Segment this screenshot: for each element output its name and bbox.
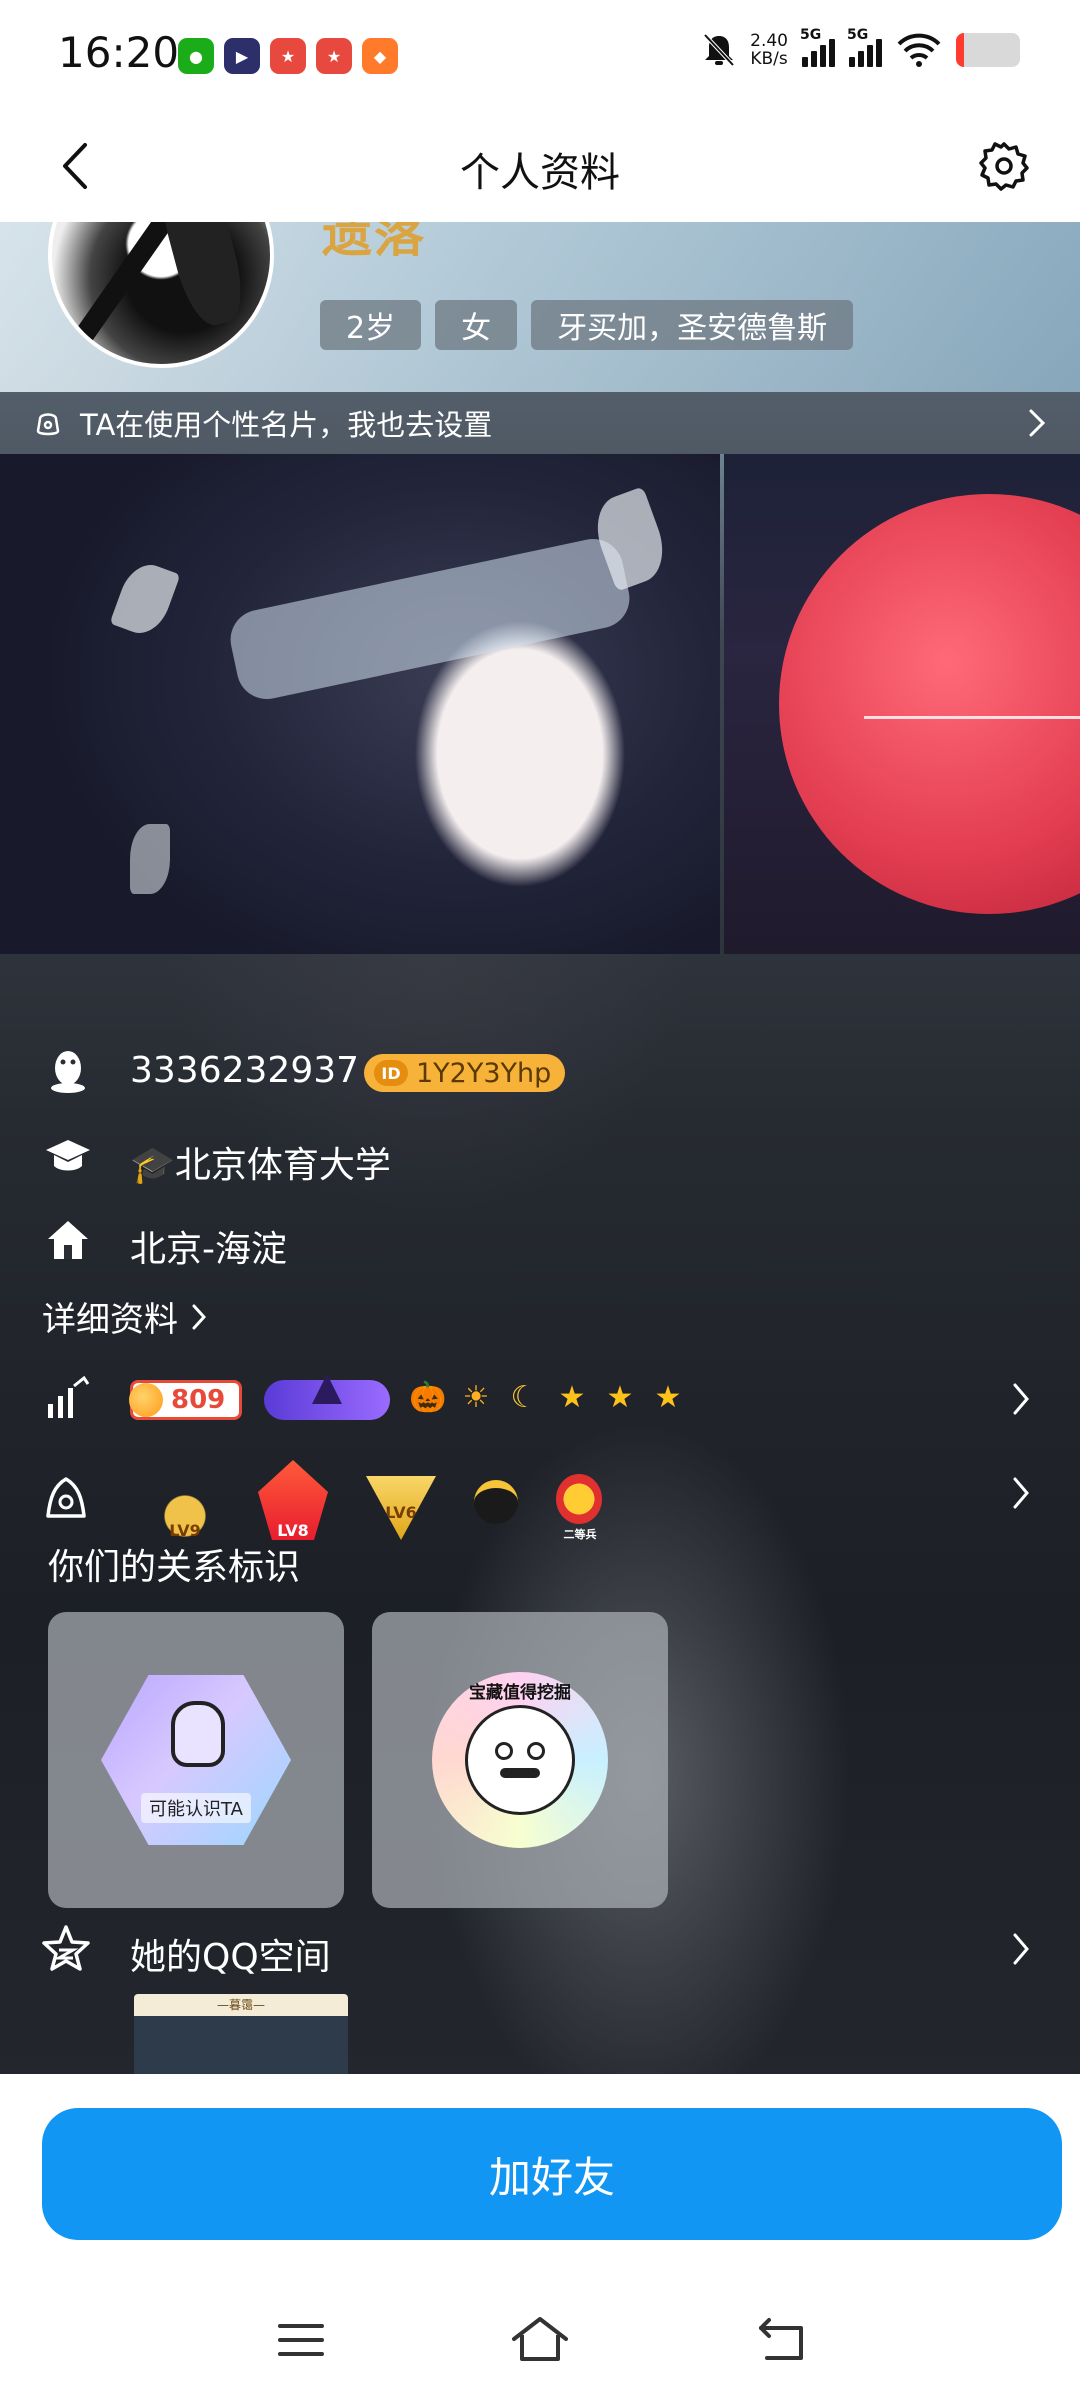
location-row[interactable]: 北京-海淀: [0, 1210, 1080, 1270]
page-title: 个人资料: [460, 150, 620, 196]
card-style-icon: [34, 408, 64, 438]
badge-lv6[interactable]: LV6: [366, 1476, 436, 1540]
star-outline-icon: [42, 1925, 90, 1971]
home-nav-button[interactable]: [505, 2310, 575, 2370]
net-speed: 2.40 KB/s: [750, 32, 788, 68]
menu-icon: [278, 2324, 324, 2356]
relation-card-treasure[interactable]: 宝藏值得挖掘: [372, 1612, 668, 1908]
profile-tags: 2岁 女 牙买加，圣安德鲁斯: [320, 300, 854, 350]
star-icon: ★: [558, 1380, 586, 1415]
pumpkin-icon: 🎃: [409, 1380, 447, 1415]
relation-label: 宝藏值得挖掘: [469, 1683, 571, 1703]
wifi-icon: [897, 33, 941, 67]
qzone-thumbnail[interactable]: —暮霭—: [134, 1994, 348, 2074]
qid-value: 1Y2Y3Yhp: [416, 1057, 552, 1089]
qzone-label: 她的QQ空间: [130, 1937, 331, 1978]
qid-badge[interactable]: ID 1Y2Y3Yhp: [364, 1054, 566, 1092]
video-app-icon: ▶: [224, 38, 260, 74]
badge-label: 二等兵: [563, 1528, 597, 1541]
qzone-row[interactable]: 她的QQ空间: [0, 1920, 1080, 1980]
shop-app-icon: ◆: [362, 38, 398, 74]
game-app-icon: ★: [270, 38, 306, 74]
coin-icon: [129, 1383, 163, 1417]
graduation-cap-icon: [42, 1130, 94, 1182]
badge-crown[interactable]: [474, 1480, 518, 1540]
signal-label: 5G: [847, 27, 869, 43]
menu-nav-button[interactable]: [266, 2310, 336, 2370]
signal-5g-1: 5G: [800, 27, 835, 67]
mute-bell-icon: [703, 33, 735, 67]
school-name: 🎓北京体育大学: [130, 1145, 391, 1186]
home-icon: [42, 1214, 94, 1266]
qq-number: 3336232937: [130, 1050, 360, 1091]
profile-photo-1[interactable]: [0, 454, 720, 954]
system-nav-bar: [0, 2274, 1080, 2400]
home-icon: [512, 2317, 568, 2361]
photo-wall: [0, 454, 1080, 954]
qq-number-row[interactable]: 3336232937 ID 1Y2Y3Yhp: [0, 1040, 1080, 1100]
chevron-right-icon: [1013, 1933, 1029, 1965]
qid-mark: ID: [374, 1060, 408, 1086]
top-navigation: 个人资料: [0, 110, 1080, 222]
location-text: 北京-海淀: [130, 1229, 287, 1270]
detail-info-label: 详细资料: [42, 1300, 178, 1340]
custom-card-banner[interactable]: TA在使用个性名片，我也去设置: [0, 392, 1080, 454]
relationship-title: 你们的关系标识: [48, 1547, 301, 1588]
rank-icon: [556, 1474, 602, 1524]
badge-label: LV6: [385, 1503, 417, 1522]
badge-rank[interactable]: 二等兵: [556, 1474, 604, 1541]
school-row[interactable]: 🎓北京体育大学: [0, 1126, 1080, 1186]
game-badges: LV9 LV8 LV6 二等兵: [150, 1460, 604, 1541]
nickname: 遗落: [322, 222, 426, 263]
detail-info-link[interactable]: 详细资料: [42, 1292, 206, 1341]
star-icon: ★: [654, 1380, 682, 1415]
treasure-seal-icon: 宝藏值得挖掘: [432, 1672, 608, 1848]
star-icon: ★: [606, 1380, 634, 1415]
gender-tag: 女: [435, 300, 518, 350]
qzone-thumb-title: —暮霭—: [216, 1998, 265, 2012]
add-friend-button[interactable]: 加好友: [42, 2108, 1062, 2240]
vip-badge[interactable]: [264, 1374, 390, 1420]
battery-icon: [956, 33, 1020, 67]
relation-card-maybe-know[interactable]: 可能认识TA: [48, 1612, 344, 1908]
back-nav-button[interactable]: [748, 2310, 818, 2370]
region-tag: 牙买加，圣安德鲁斯: [531, 300, 854, 350]
gear-icon: [979, 142, 1029, 191]
chevron-right-icon: [1013, 1477, 1029, 1509]
status-time: 16:20: [58, 28, 180, 77]
moon-icon: ☾: [510, 1380, 538, 1415]
profile-card: 遗落 2岁 女 牙买加，圣安德鲁斯 TA在使用个性名片，我也去设置 333623…: [0, 222, 1080, 2074]
hand-badge-icon: 可能认识TA: [101, 1675, 291, 1845]
settings-button[interactable]: [972, 134, 1036, 198]
chevron-right-icon: [1029, 409, 1046, 437]
coin-count: 809: [171, 1385, 226, 1415]
badge-lv8[interactable]: LV8: [258, 1460, 328, 1540]
bottom-area: 加好友: [0, 2074, 1080, 2400]
status-bar: 16:20 ● ▶ ★ ★ ◆ 2.40 KB/s 5G 5G: [0, 0, 1080, 110]
level-icons: 🎃 ☀ ☾ ★ ★ ★: [409, 1380, 686, 1416]
net-speed-value: 2.40: [750, 31, 788, 51]
custom-card-text: TA在使用个性名片，我也去设置: [80, 408, 493, 442]
profile-photo-2[interactable]: [724, 454, 1080, 954]
notification-icons: ● ▶ ★ ★ ◆: [178, 38, 398, 74]
net-speed-unit: KB/s: [750, 49, 788, 69]
level-row[interactable]: 809 🎃 ☀ ☾ ★ ★ ★: [0, 1366, 1080, 1436]
level-chart-icon: [48, 1376, 90, 1418]
crown-icon: [474, 1480, 518, 1524]
chevron-right-icon: [1013, 1383, 1029, 1415]
coin-badge[interactable]: 809: [129, 1380, 242, 1420]
signal-label: 5G: [800, 27, 822, 43]
wechat-icon: ●: [178, 38, 214, 74]
badge-lv9[interactable]: LV9: [150, 1460, 220, 1540]
back-nav-icon: [759, 2318, 803, 2360]
sun-icon: ☀: [462, 1380, 490, 1415]
game-app-icon: ★: [316, 38, 352, 74]
age-tag: 2岁: [320, 300, 422, 350]
chevron-right-icon: [192, 1304, 206, 1329]
relation-label: 可能认识TA: [141, 1793, 251, 1823]
signal-5g-2: 5G: [847, 27, 882, 67]
medal-icon: [46, 1477, 86, 1518]
penguin-icon: [42, 1044, 94, 1096]
